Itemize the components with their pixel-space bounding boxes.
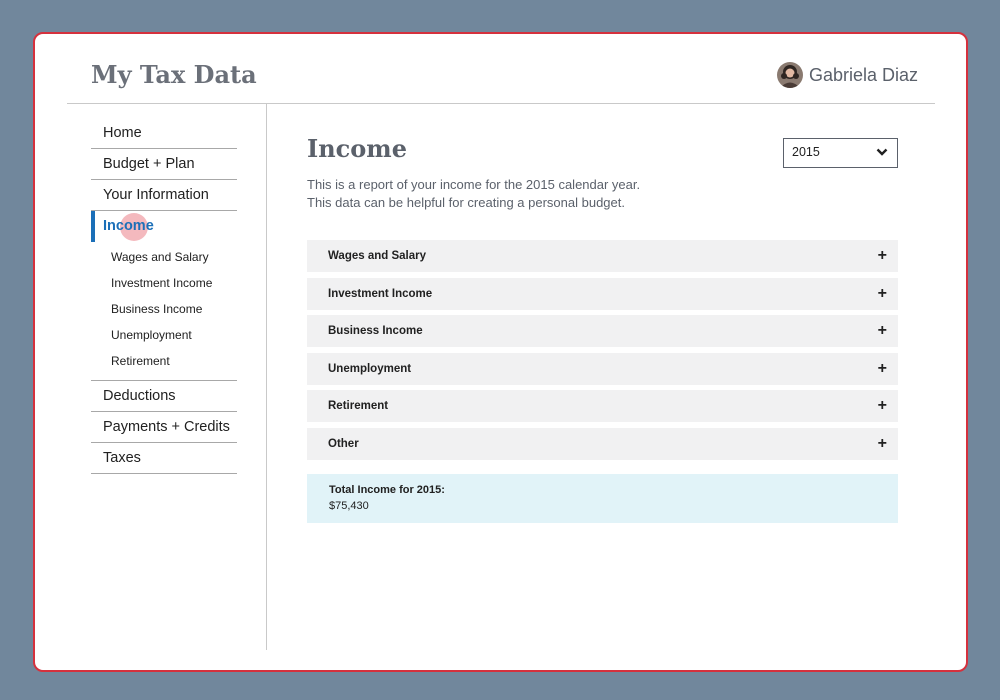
income-accordion: Wages and Salary + Investment Income + B…	[307, 240, 898, 460]
total-income-value: $75,430	[329, 499, 369, 512]
accordion-label: Wages and Salary	[328, 250, 427, 262]
accordion-retirement[interactable]: Retirement +	[307, 390, 898, 422]
sidebar-divider	[266, 104, 267, 650]
accordion-label: Retirement	[328, 400, 389, 412]
total-income-summary: Total Income for 2015: $75,430	[307, 473, 898, 523]
sidebar-item-your-information[interactable]: Your Information	[91, 180, 237, 211]
main-content: Income This is a report of your income f…	[307, 134, 898, 523]
user-avatar-icon	[776, 62, 803, 88]
sidebar-nav: Home Budget + Plan Your Information Inco…	[91, 118, 237, 474]
sidebar-item-payments-credits[interactable]: Payments + Credits	[91, 412, 237, 443]
accordion-investment-income[interactable]: Investment Income +	[307, 277, 898, 310]
plus-icon[interactable]: +	[878, 360, 887, 377]
user-name: Gabriela Diaz	[808, 64, 918, 85]
accordion-business-income[interactable]: Business Income +	[307, 315, 898, 347]
intro-line-1: This is a report of your income for the …	[307, 177, 641, 192]
chevron-down-icon	[876, 148, 888, 156]
sidebar-item-budget-plan[interactable]: Budget + Plan	[91, 149, 237, 180]
accordion-unemployment[interactable]: Unemployment +	[307, 352, 898, 385]
accordion-label: Unemployment	[328, 362, 412, 375]
year-select-value: 2015	[792, 145, 820, 159]
sidebar-item-income[interactable]: Income	[91, 211, 237, 242]
plus-icon[interactable]: +	[878, 398, 887, 414]
page-intro: This is a report of your income for the …	[307, 176, 898, 212]
sidebar-item-taxes[interactable]: Taxes	[91, 443, 237, 474]
sidebar-item-home[interactable]: Home	[91, 118, 237, 149]
plus-icon[interactable]: +	[878, 285, 887, 302]
intro-line-2: This data can be helpful for creating a …	[307, 195, 625, 210]
sidebar-item-deductions[interactable]: Deductions	[91, 381, 237, 412]
year-select[interactable]: 2015	[783, 138, 898, 168]
accordion-label: Business Income	[328, 325, 423, 337]
plus-icon[interactable]: +	[878, 323, 887, 339]
app-window: My Tax Data Gabriela Diaz Home Budget + …	[33, 32, 968, 672]
income-sub-nav: Wages and Salary Investment Income Busin…	[91, 242, 237, 381]
total-income-label: Total Income for 2015:	[329, 483, 445, 496]
sidebar-subitem-business-income[interactable]: Business Income	[91, 296, 237, 322]
sidebar-item-income-label: Income	[103, 218, 154, 234]
accordion-label: Investment Income	[328, 287, 433, 300]
sidebar-subitem-investment-income[interactable]: Investment Income	[91, 270, 237, 296]
app-title: My Tax Data	[91, 60, 257, 89]
accordion-other[interactable]: Other +	[307, 427, 898, 460]
sidebar-subitem-unemployment[interactable]: Unemployment	[91, 322, 237, 348]
avatar	[776, 62, 803, 88]
accordion-label: Other	[328, 437, 359, 450]
plus-icon[interactable]: +	[878, 248, 887, 264]
header-divider	[67, 103, 935, 104]
sidebar-subitem-retirement[interactable]: Retirement	[91, 348, 237, 374]
accordion-wages-salary[interactable]: Wages and Salary +	[307, 240, 898, 272]
plus-icon[interactable]: +	[878, 435, 887, 452]
user-menu[interactable]: Gabriela Diaz	[776, 62, 918, 88]
sidebar-subitem-wages-salary[interactable]: Wages and Salary	[91, 244, 237, 270]
